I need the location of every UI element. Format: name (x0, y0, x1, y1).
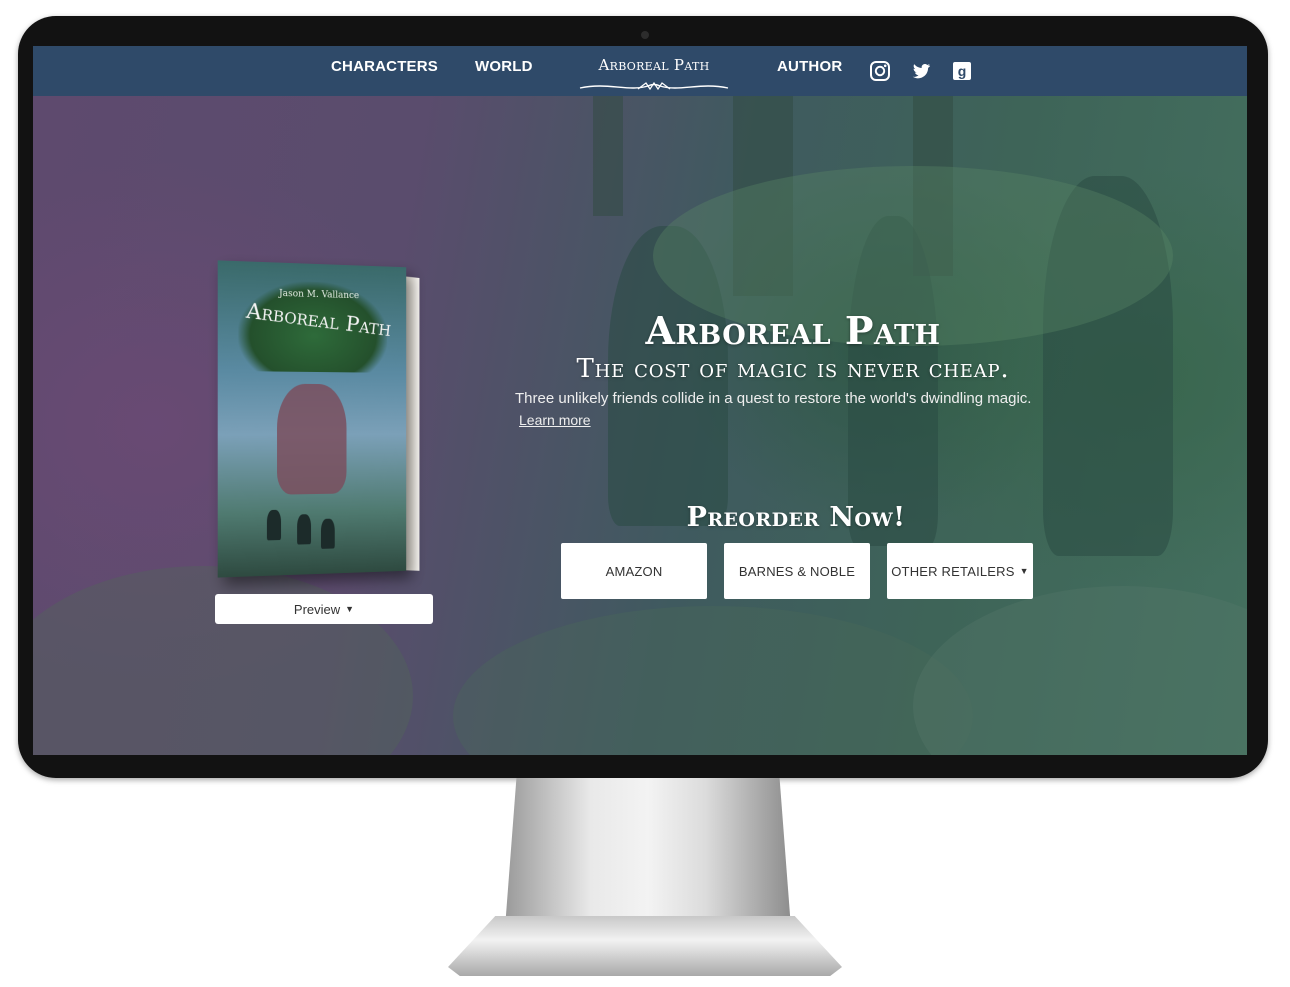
caret-down-icon: ▼ (345, 604, 355, 614)
fern-foliage (453, 606, 973, 755)
book-figure (320, 518, 335, 549)
book-figure (266, 509, 282, 541)
nav-characters-link[interactable]: CHARACTERS (331, 58, 438, 75)
preview-label: Preview (293, 601, 341, 617)
book-figure (297, 514, 312, 545)
flourish-ornament (579, 81, 729, 91)
website-screen: CHARACTERS WORLD Arboreal Path AUTHOR g … (33, 46, 1247, 755)
nav-world-link[interactable]: WORLD (475, 58, 533, 75)
twitter-icon[interactable] (910, 60, 932, 82)
preorder-heading: Preorder Now! (686, 502, 906, 533)
goodreads-icon[interactable]: g (951, 60, 973, 82)
hero-title: Arboreal Path (645, 308, 941, 353)
book-stag-illustration (277, 383, 347, 495)
barnes-noble-button[interactable]: BARNES & NOBLE (724, 543, 870, 599)
preview-dropdown-button[interactable]: Preview ▼ (215, 594, 433, 624)
nav-brand-logo[interactable]: Arboreal Path (578, 56, 730, 74)
amazon-button[interactable]: AMAZON (561, 543, 707, 599)
instagram-icon[interactable] (869, 60, 891, 82)
webcam (641, 31, 649, 39)
caret-down-icon: ▼ (1019, 566, 1029, 576)
fern-foliage (913, 586, 1247, 755)
book-front-cover: Jason M. Vallance Arboreal Path (217, 260, 407, 578)
monitor-stand-neck (505, 778, 791, 928)
book-pages (406, 276, 420, 571)
nav-author-link[interactable]: AUTHOR (777, 58, 842, 75)
learn-more-link[interactable]: Learn more (519, 412, 591, 428)
hero-description: Three unlikely friends collide in a ques… (515, 390, 1032, 407)
other-retailers-label: OTHER RETAILERS (891, 563, 1015, 579)
hero-tagline: The cost of magic is never cheap. (576, 354, 1010, 384)
other-retailers-dropdown[interactable]: OTHER RETAILERS ▼ (887, 543, 1033, 599)
svg-text:g: g (958, 63, 967, 79)
background-tree (593, 96, 623, 216)
barnes-noble-label: BARNES & NOBLE (738, 563, 856, 579)
top-nav: CHARACTERS WORLD Arboreal Path AUTHOR g (33, 46, 1247, 96)
amazon-label: AMAZON (605, 563, 663, 579)
monitor-stand-base (448, 916, 842, 976)
book-cover-image: Jason M. Vallance Arboreal Path (217, 260, 420, 579)
